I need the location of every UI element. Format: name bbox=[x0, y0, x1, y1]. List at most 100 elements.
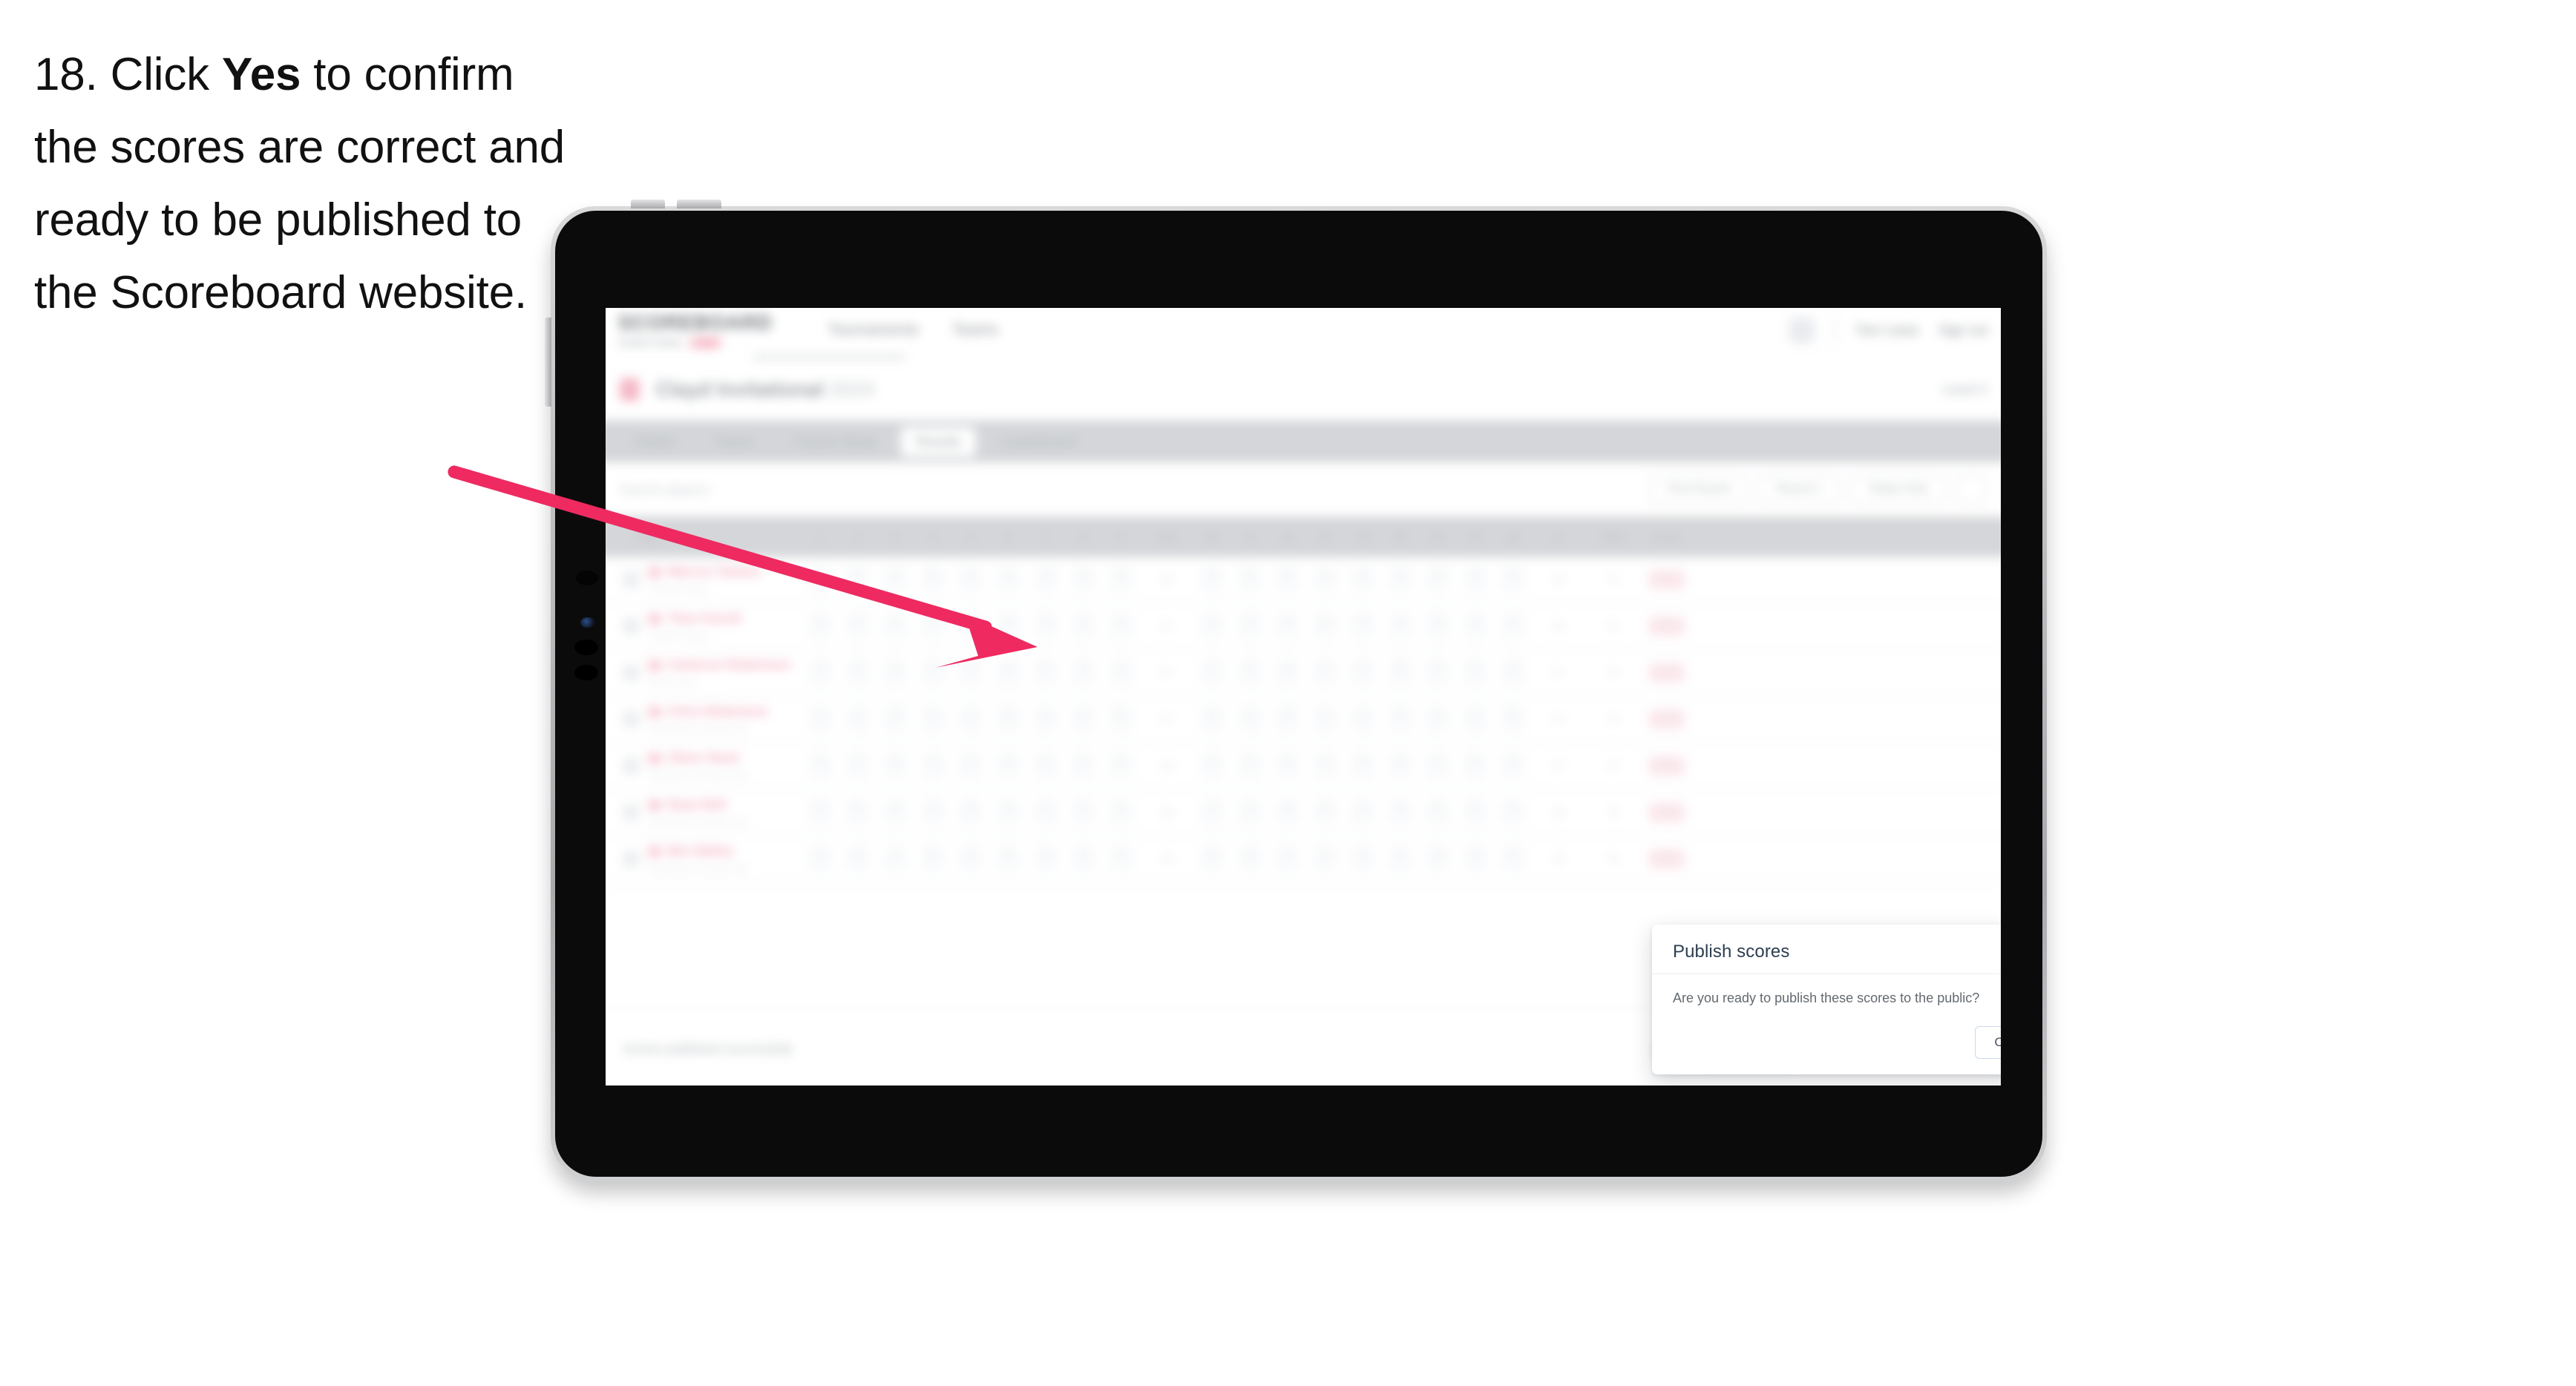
checkbox-icon[interactable] bbox=[623, 757, 640, 775]
hole-score-cell[interactable]: 4 bbox=[1027, 707, 1065, 732]
hole-score-cell[interactable]: 4 bbox=[1231, 614, 1269, 639]
hole-score-cell[interactable]: 4 bbox=[802, 660, 839, 685]
hole-score-cell[interactable]: 4 bbox=[802, 847, 839, 871]
score-input[interactable]: 4 bbox=[1201, 707, 1224, 732]
score-input[interactable]: 4 bbox=[1238, 707, 1262, 732]
hole-score-cell[interactable]: 5 bbox=[1306, 614, 1344, 639]
hole-score-cell[interactable]: 4 bbox=[989, 800, 1027, 825]
score-input[interactable]: 4 bbox=[1426, 707, 1449, 732]
hole-score-cell[interactable]: 4 bbox=[1456, 614, 1494, 639]
hole-score-cell[interactable]: 4 bbox=[1102, 567, 1140, 592]
hole-score-cell[interactable]: 4 bbox=[1344, 567, 1382, 592]
hole-score-cell[interactable]: 4 bbox=[802, 567, 839, 592]
search-input[interactable]: Search players bbox=[620, 482, 710, 497]
score-input[interactable]: 4 bbox=[1201, 800, 1224, 825]
hole-score-cell[interactable]: 4 bbox=[1064, 614, 1102, 639]
summary-cell[interactable]: 75 bbox=[1586, 760, 1640, 772]
checkbox-icon[interactable] bbox=[623, 804, 640, 821]
score-input[interactable]: 5 bbox=[1464, 707, 1487, 732]
score-input[interactable]: 4 bbox=[1238, 614, 1262, 639]
tablet-top-button-1[interactable] bbox=[631, 200, 665, 208]
hole-score-cell[interactable]: 4 bbox=[1381, 614, 1419, 639]
score-input[interactable]: 4 bbox=[921, 800, 945, 825]
score-input[interactable]: 5 bbox=[997, 847, 1020, 871]
score-input[interactable]: 4 bbox=[1464, 847, 1487, 871]
table-row[interactable]: Theo Farrell Clayd B Team 5 4 4 4 3 5 4 4 4 37 4 4 3 5 4… bbox=[606, 604, 2001, 651]
hole-score-cell[interactable]: 5 bbox=[1027, 660, 1065, 685]
summary-cell[interactable]: +4 bbox=[1639, 849, 1694, 869]
score-input[interactable]: 5 bbox=[884, 707, 907, 732]
checkbox-icon[interactable] bbox=[623, 711, 640, 728]
score-input[interactable]: 4 bbox=[1351, 800, 1374, 825]
hole-score-cell[interactable]: 4 bbox=[1344, 800, 1382, 825]
hole-score-cell[interactable]: 5 bbox=[989, 614, 1027, 639]
filter-chip-round-select[interactable]: First Round bbox=[1649, 474, 1748, 505]
score-input[interactable]: 5 bbox=[1034, 660, 1058, 685]
score-input[interactable]: 4 bbox=[846, 753, 870, 778]
score-input[interactable]: 4 bbox=[1464, 660, 1487, 685]
avatar[interactable] bbox=[1789, 317, 1815, 344]
hole-score-cell[interactable]: 5 bbox=[876, 707, 914, 732]
summary-cell[interactable]: +2 bbox=[1639, 709, 1694, 729]
row-checkbox[interactable] bbox=[614, 850, 649, 867]
score-input[interactable]: 4 bbox=[884, 614, 907, 639]
table-row[interactable]: Ben Bailey Sandhurst Country Clb 4 4 4 5 4 5 4 4 4… bbox=[606, 836, 2001, 883]
score-input[interactable]: 3 bbox=[884, 567, 907, 592]
score-input[interactable]: 4 bbox=[1389, 707, 1412, 732]
summary-cell[interactable]: 76 bbox=[1586, 806, 1640, 818]
score-input[interactable]: 3 bbox=[1501, 614, 1524, 639]
hole-score-cell[interactable]: 3 bbox=[989, 707, 1027, 732]
hole-score-cell[interactable]: 5 bbox=[989, 847, 1027, 871]
score-input[interactable]: 4 bbox=[1201, 753, 1224, 778]
score-input[interactable]: 3 bbox=[1034, 567, 1058, 592]
hole-score-cell[interactable]: 3 bbox=[876, 567, 914, 592]
score-input[interactable]: 4 bbox=[1034, 753, 1058, 778]
score-input[interactable]: 4 bbox=[1072, 753, 1095, 778]
score-input[interactable]: 4 bbox=[1276, 660, 1299, 685]
summary-cell[interactable]: E bbox=[1639, 616, 1694, 637]
score-input[interactable]: 5 bbox=[1314, 800, 1337, 825]
score-input[interactable]: 5 bbox=[1072, 707, 1095, 732]
hole-score-cell[interactable]: 4 bbox=[914, 800, 952, 825]
summary-cell[interactable]: 37 bbox=[1532, 713, 1586, 726]
hole-score-cell[interactable]: 5 bbox=[1193, 847, 1231, 871]
summary-cell[interactable]: +3 bbox=[1639, 755, 1694, 776]
score-input[interactable]: 4 bbox=[1351, 614, 1374, 639]
summary-cell[interactable]: 37 bbox=[1139, 713, 1193, 726]
score-input[interactable]: 4 bbox=[1072, 660, 1095, 685]
score-input[interactable]: 5 bbox=[1276, 567, 1299, 592]
score-input[interactable]: 4 bbox=[997, 800, 1020, 825]
score-input[interactable]: 5 bbox=[809, 753, 832, 778]
score-input[interactable]: 4 bbox=[1351, 567, 1374, 592]
score-input[interactable]: 4 bbox=[1464, 567, 1487, 592]
hole-score-cell[interactable]: 4 bbox=[839, 753, 877, 778]
score-input[interactable]: 5 bbox=[959, 800, 982, 825]
hole-score-cell[interactable]: 4 bbox=[1231, 707, 1269, 732]
summary-cell[interactable]: 37 bbox=[1139, 620, 1193, 632]
hole-score-cell[interactable]: 5 bbox=[839, 660, 877, 685]
score-input[interactable]: 4 bbox=[1351, 847, 1374, 871]
hole-score-cell[interactable]: 4 bbox=[1231, 800, 1269, 825]
checkbox-icon[interactable] bbox=[623, 850, 640, 867]
score-input[interactable]: 4 bbox=[1034, 707, 1058, 732]
table-row[interactable]: Oliver Reed Sandhurst Country Clb 5 4 4 4 4 4 4 4… bbox=[606, 743, 2001, 790]
score-input[interactable]: 4 bbox=[1501, 800, 1524, 825]
score-input[interactable]: 4 bbox=[1034, 614, 1058, 639]
score-input[interactable]: 4 bbox=[1109, 614, 1133, 639]
hole-score-cell[interactable]: 4 bbox=[1344, 614, 1382, 639]
summary-cell[interactable]: 35 bbox=[1532, 620, 1586, 632]
summary-cell[interactable]: 38 bbox=[1139, 806, 1193, 818]
score-input[interactable]: 4 bbox=[1501, 660, 1524, 685]
hole-score-cell[interactable]: 4 bbox=[1456, 567, 1494, 592]
hole-score-cell[interactable]: 4 bbox=[951, 707, 989, 732]
score-input[interactable]: 4 bbox=[1426, 660, 1449, 685]
score-input[interactable]: 4 bbox=[997, 660, 1020, 685]
score-input[interactable]: 4 bbox=[1034, 800, 1058, 825]
tab-details[interactable]: Details bbox=[620, 427, 691, 456]
hole-score-cell[interactable]: 4 bbox=[839, 707, 877, 732]
score-input[interactable]: 4 bbox=[959, 753, 982, 778]
score-input[interactable]: 4 bbox=[997, 753, 1020, 778]
score-input[interactable]: 5 bbox=[1501, 847, 1524, 871]
summary-cell[interactable]: 37 bbox=[1532, 760, 1586, 772]
score-input[interactable]: 4 bbox=[959, 567, 982, 592]
